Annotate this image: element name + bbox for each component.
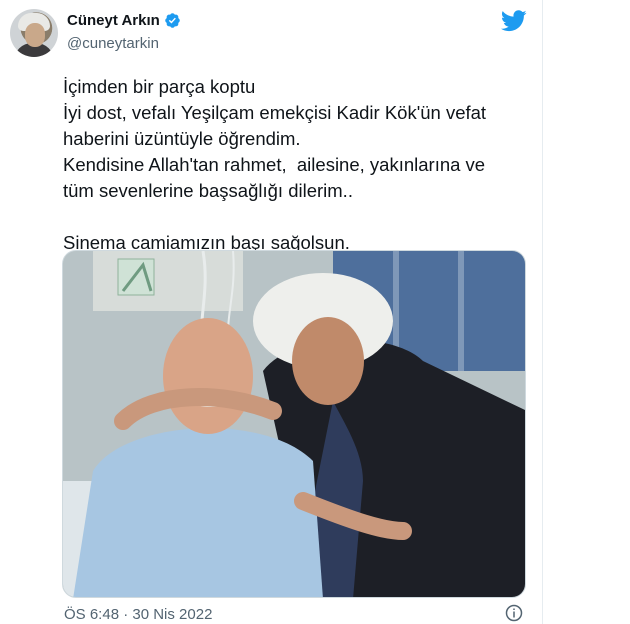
twitter-bird-icon[interactable] xyxy=(501,10,527,32)
tweet-photo[interactable] xyxy=(62,250,526,598)
tweet-text-line: haberini üzüntüyle öğrendim. xyxy=(63,128,301,149)
author-display-name[interactable]: Cüneyt Arkın xyxy=(67,12,160,29)
tweet-text: İçimden bir parça koptu İyi dost, vefalı… xyxy=(63,74,533,256)
info-icon[interactable] xyxy=(505,604,523,622)
verified-badge-icon xyxy=(165,13,180,28)
avatar[interactable] xyxy=(10,9,58,57)
tweet-text-line: İyi dost, vefalı Yeşilçam emekçisi Kadir… xyxy=(63,102,487,123)
tweet-text-line: Kendisine Allah'tan rahmet, ailesine, ya… xyxy=(63,154,486,175)
tweet-text-line: İçimden bir parça koptu xyxy=(63,76,256,97)
tweet-text-line: tüm sevenlerine başsağlığı dilerim.. xyxy=(63,180,353,201)
photo-illustration xyxy=(63,251,525,597)
author-handle[interactable]: @cuneytarkin xyxy=(67,35,159,52)
author-name-row[interactable]: Cüneyt Arkın xyxy=(67,12,181,29)
tweet-card: Cüneyt Arkın @cuneytarkin İçimden bir pa… xyxy=(0,0,543,624)
tweet-timestamp[interactable]: ÖS 6:48 · 30 Nis 2022 xyxy=(64,606,212,623)
